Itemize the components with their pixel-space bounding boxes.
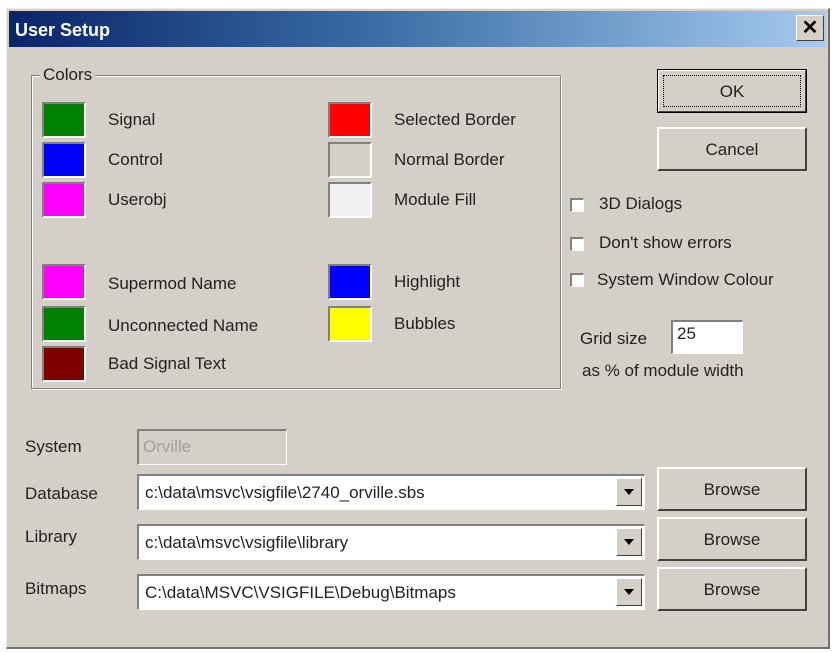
bitmaps-browse-button[interactable]: Browse — [657, 567, 807, 611]
library-browse-label: Browse — [703, 530, 761, 549]
library-browse-button[interactable]: Browse — [657, 517, 807, 561]
system-window-colour-checkbox[interactable] — [570, 273, 584, 287]
bubbles-color-swatch[interactable] — [328, 306, 372, 342]
bitmaps-combo[interactable]: C:\data\MSVC\VSIGFILE\Debug\Bitmaps — [137, 574, 645, 610]
grid-size-input[interactable]: 25 — [671, 320, 743, 354]
ok-button[interactable]: OK — [657, 69, 807, 113]
bubbles-color-label: Bubbles — [394, 314, 456, 333]
database-combo[interactable]: c:\data\msvc\vsigfile\2740_orville.sbs — [137, 474, 645, 510]
system-value: Orville — [143, 437, 192, 456]
dont-show-errors-checkbox[interactable] — [570, 237, 584, 251]
system-window-colour-label: System Window Colour — [597, 270, 774, 289]
window-title: User Setup — [15, 20, 111, 40]
cancel-button[interactable]: Cancel — [657, 127, 807, 171]
unconnected-name-color-swatch[interactable] — [42, 306, 86, 342]
selected-border-color-swatch[interactable] — [328, 102, 372, 138]
bad-signal-text-color-swatch[interactable] — [42, 346, 86, 382]
library-label: Library — [25, 527, 77, 546]
colors-group-label: Colors — [40, 65, 96, 85]
selected-border-color-label: Selected Border — [394, 110, 516, 129]
bad-signal-text-color-label: Bad Signal Text — [108, 354, 226, 373]
chevron-down-icon[interactable] — [616, 528, 642, 556]
colors-group: Colors Signal Control Userobj Supermod N… — [31, 65, 561, 389]
module-fill-color-label: Module Fill — [394, 190, 477, 209]
database-label: Database — [25, 484, 98, 503]
dont-show-errors-label: Don't show errors — [599, 233, 732, 252]
userobj-color-label: Userobj — [108, 190, 167, 209]
grid-size-value: 25 — [677, 324, 696, 343]
close-icon: ✕ — [801, 17, 819, 39]
unconnected-name-color-label: Unconnected Name — [108, 316, 259, 335]
database-value: c:\data\msvc\vsigfile\2740_orville.sbs — [145, 483, 425, 502]
3d-dialogs-label: 3D Dialogs — [599, 194, 683, 213]
system-field: Orville — [137, 429, 287, 465]
grid-size-label: Grid size — [580, 329, 648, 348]
database-browse-button[interactable]: Browse — [657, 467, 807, 511]
library-combo[interactable]: c:\data\msvc\vsigfile\library — [137, 524, 645, 560]
bitmaps-browse-label: Browse — [703, 580, 761, 599]
chevron-down-icon[interactable] — [616, 578, 642, 606]
supermod-name-color-label: Supermod Name — [108, 274, 237, 293]
supermod-name-color-swatch[interactable] — [42, 264, 86, 300]
bitmaps-label: Bitmaps — [25, 579, 87, 598]
module-fill-color-swatch[interactable] — [328, 182, 372, 218]
grid-size-caption: as % of module width — [582, 361, 744, 380]
ok-button-label: OK — [719, 82, 745, 101]
control-color-label: Control — [108, 150, 163, 169]
library-value: c:\data\msvc\vsigfile\library — [145, 533, 349, 552]
system-label: System — [25, 437, 82, 456]
bitmaps-value: C:\data\MSVC\VSIGFILE\Debug\Bitmaps — [145, 583, 456, 602]
close-button[interactable]: ✕ — [796, 15, 824, 41]
database-browse-label: Browse — [703, 480, 761, 499]
highlight-color-label: Highlight — [394, 272, 461, 291]
highlight-color-swatch[interactable] — [328, 264, 372, 300]
signal-color-swatch[interactable] — [42, 102, 86, 138]
signal-color-label: Signal — [108, 110, 156, 129]
userobj-color-swatch[interactable] — [42, 182, 86, 218]
title-bar[interactable]: User Setup ✕ — [9, 11, 826, 47]
user-setup-dialog: User Setup ✕ Colors Signal Control Usero… — [6, 8, 830, 649]
cancel-button-label: Cancel — [705, 140, 759, 159]
3d-dialogs-checkbox[interactable] — [570, 198, 584, 212]
normal-border-color-swatch[interactable] — [328, 142, 372, 178]
chevron-down-icon[interactable] — [616, 478, 642, 506]
control-color-swatch[interactable] — [42, 142, 86, 178]
normal-border-color-label: Normal Border — [394, 150, 505, 169]
